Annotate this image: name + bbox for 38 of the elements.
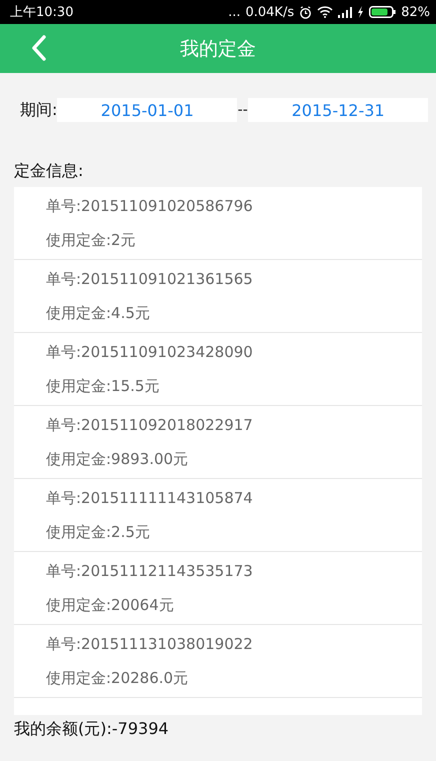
period-label: 期间: [20, 100, 58, 120]
signal-icon [338, 6, 352, 18]
deposit-item[interactable]: 单号:201511091020586796 使用定金:2元 [14, 187, 422, 260]
end-date-field[interactable]: 2015-12-31 [248, 98, 428, 122]
deposit-amount: 使用定金:20064元 [46, 596, 175, 614]
date-separator: -- [237, 102, 248, 118]
start-date-field[interactable]: 2015-01-01 [57, 98, 238, 122]
order-number: 单号:201511131038019022 [46, 634, 254, 654]
network-speed: 0.04K/s [245, 4, 294, 20]
deposit-item[interactable]: 单号:201511092018022917 使用定金:9893.00元 [14, 406, 422, 479]
status-time: 上午10:30 [10, 4, 74, 21]
deposit-item[interactable]: 单号:201511111143105874 使用定金:2.5元 [14, 479, 422, 552]
section-title: 定金信息: [14, 161, 84, 182]
order-number: 单号:201511091021361565 [46, 270, 254, 288]
status-dots: ... [228, 4, 240, 20]
deposit-amount: 使用定金:9893.00元 [46, 450, 190, 468]
deposit-item[interactable]: 单号:201511131038019022 使用定金:20286.0元 [14, 625, 422, 698]
order-number: 单号:201511091020586796 [46, 196, 254, 216]
order-number: 单号:201511092018022917 [46, 416, 254, 434]
deposit-amount: 使用定金:20286.0元 [46, 668, 190, 688]
charging-icon [357, 6, 364, 18]
battery-icon [369, 6, 396, 18]
battery-percent: 82% [401, 4, 430, 20]
deposit-item[interactable]: 单号:201511091021361565 使用定金:4.5元 [14, 260, 422, 333]
deposit-item[interactable]: 单号:201511091023428090 使用定金:15.5元 [14, 333, 422, 406]
wifi-icon [317, 6, 334, 18]
deposit-amount: 使用定金:4.5元 [46, 304, 151, 322]
alarm-icon [299, 6, 312, 18]
order-number: 单号:201511091023428090 [46, 342, 254, 362]
order-number: 单号:201511111143105874 [46, 488, 254, 508]
deposit-item[interactable]: 单号:201511121143535173 使用定金:20064元 [14, 552, 422, 625]
deposit-amount: 使用定金:2.5元 [46, 522, 151, 542]
order-number: 单号:201511121143535173 [46, 562, 254, 580]
balance-text: 我的余额(元):-79394 [14, 719, 170, 740]
deposit-amount: 使用定金:15.5元 [46, 376, 160, 396]
deposit-amount: 使用定金:2元 [46, 230, 137, 250]
page-title: 我的定金 [180, 36, 256, 62]
back-icon [31, 35, 47, 61]
